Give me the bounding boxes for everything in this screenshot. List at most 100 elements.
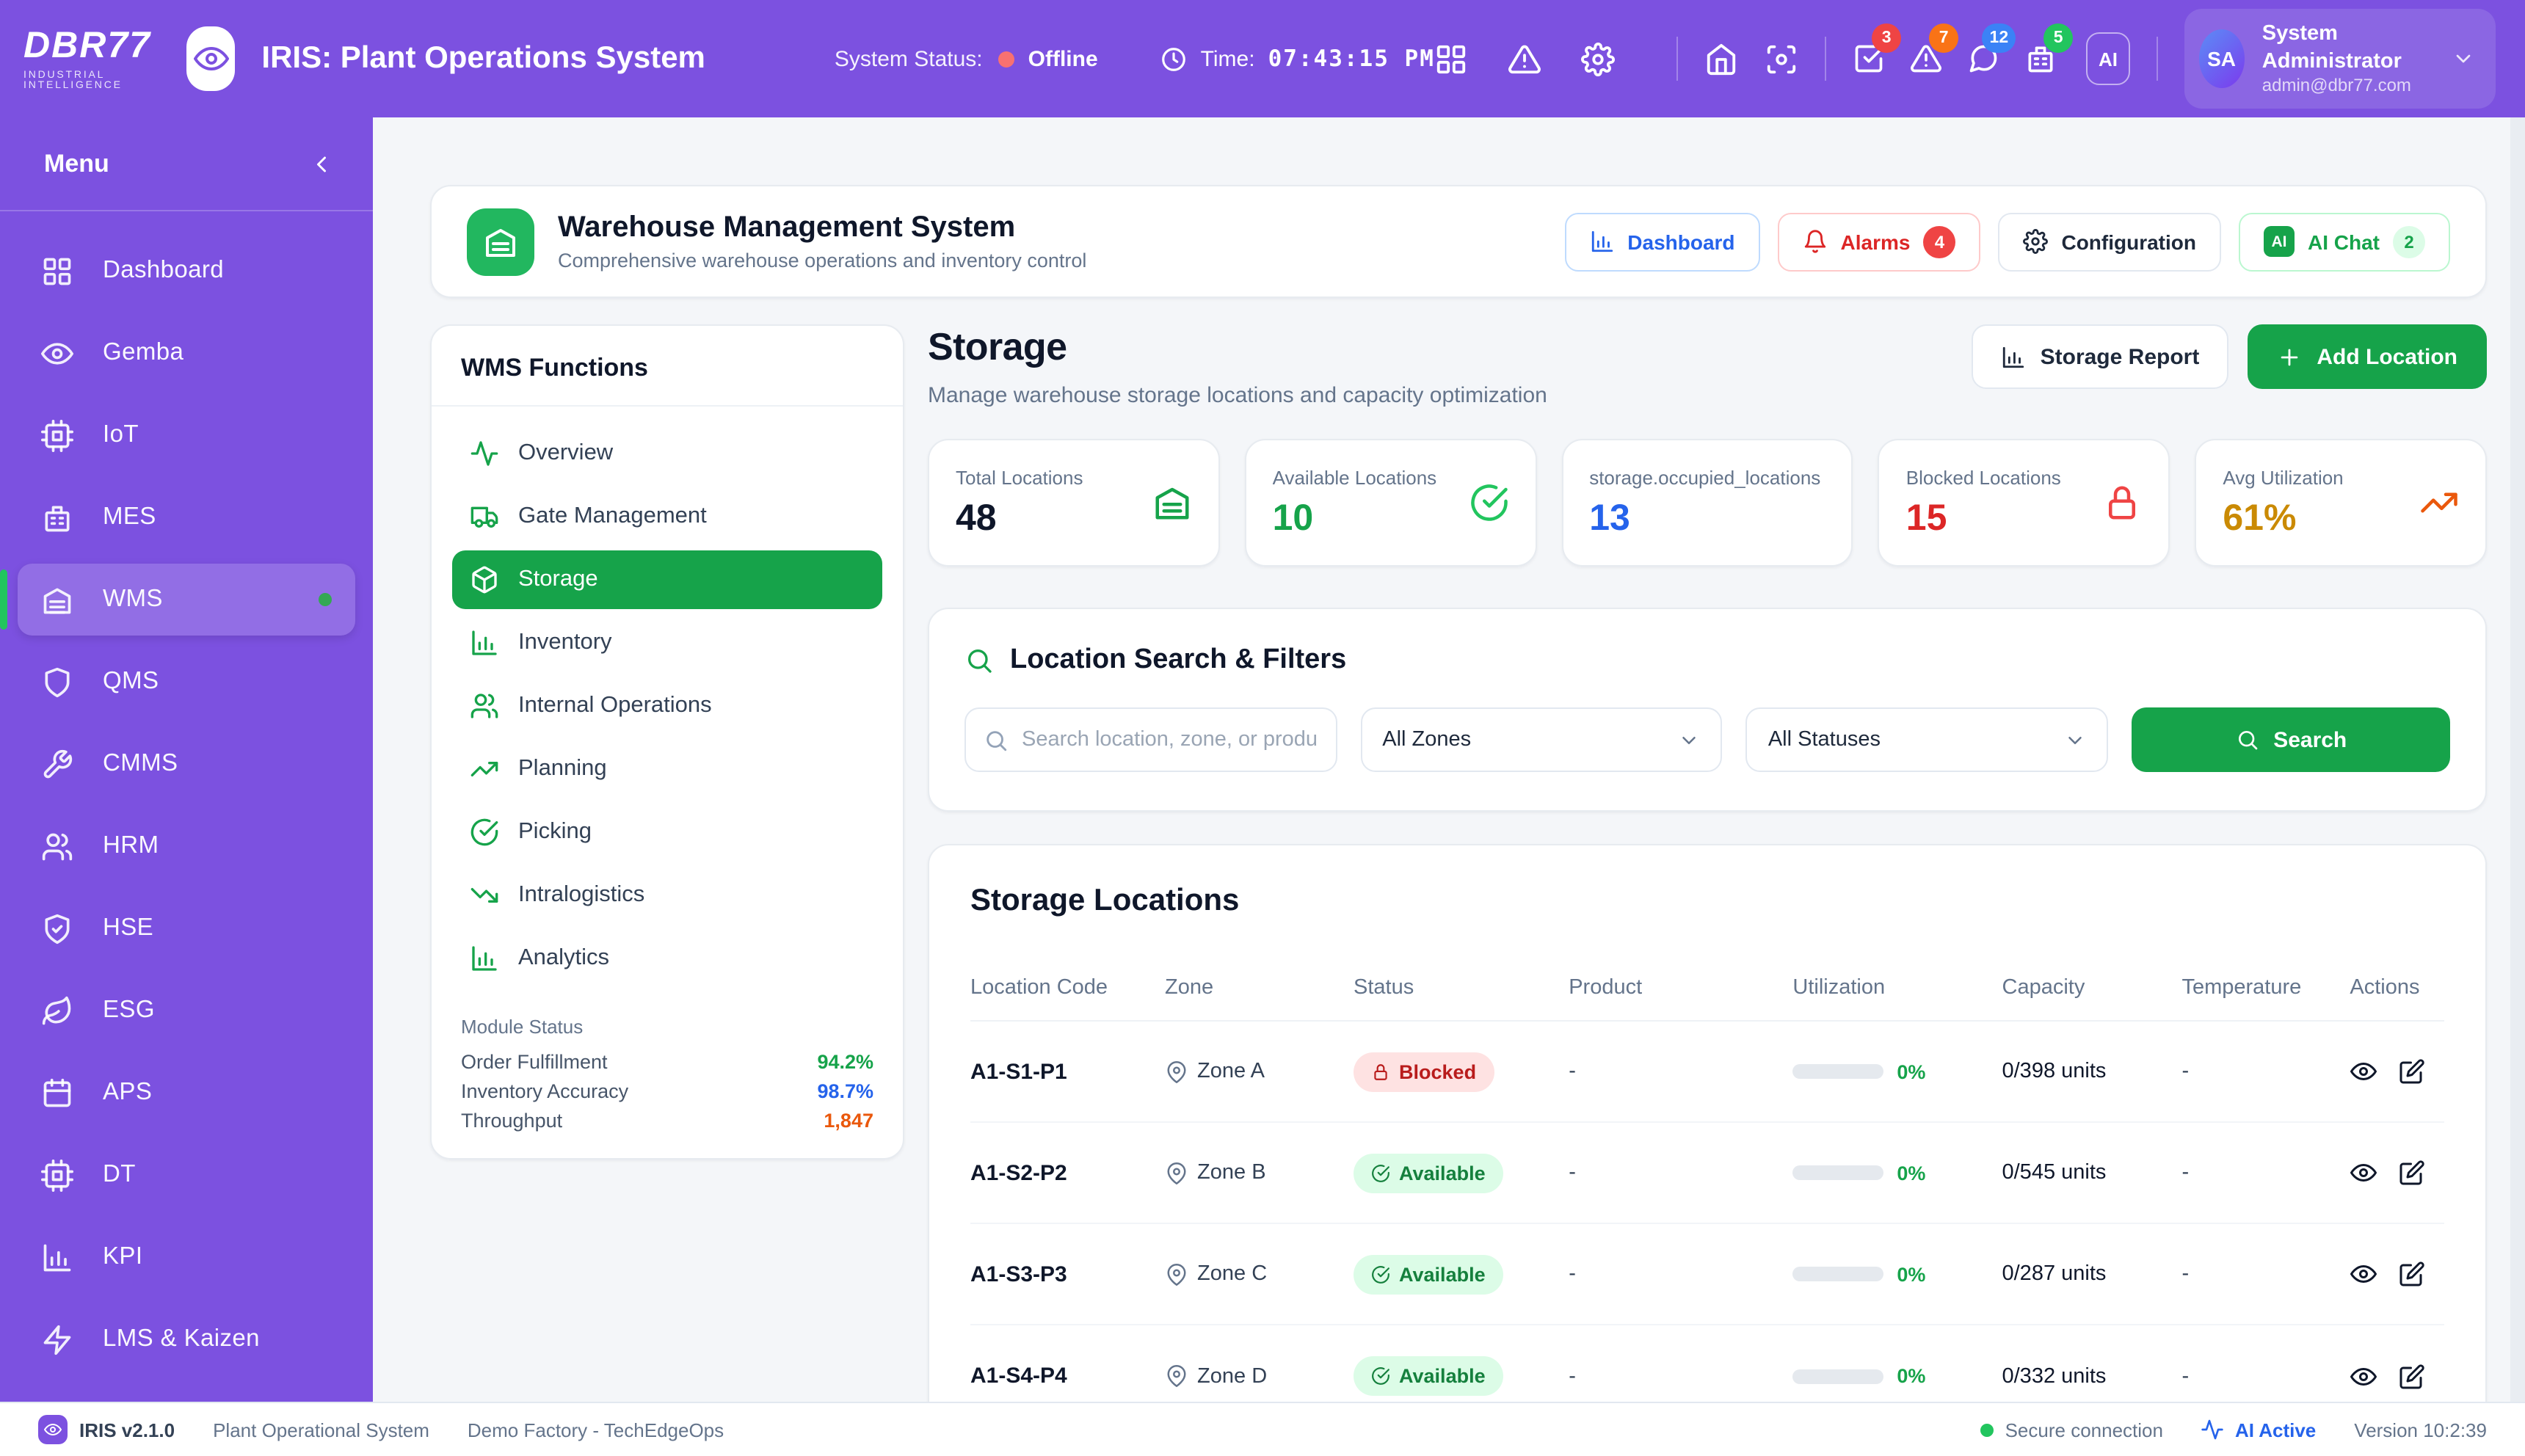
- function-item-internal-operations[interactable]: Internal Operations: [452, 677, 882, 735]
- stat-card-blocked-locations: Blocked Locations 15: [1878, 439, 2170, 567]
- sidebar-item-cmms[interactable]: CMMS: [18, 728, 355, 800]
- sidebar-item-gemba[interactable]: Gemba: [18, 317, 355, 389]
- function-item-gate-management[interactable]: Gate Management: [452, 487, 882, 546]
- search-input[interactable]: [1022, 728, 1318, 751]
- ai-assistant-button[interactable]: AI: [2086, 32, 2130, 85]
- sidebar-item-hrm[interactable]: HRM: [18, 810, 355, 882]
- status-badge: Available: [1354, 1153, 1503, 1193]
- nav-icons: [1705, 42, 1799, 76]
- sidebar-nav: Dashboard Gemba IoT MES: [0, 211, 373, 1375]
- function-item-inventory[interactable]: Inventory: [452, 614, 882, 672]
- sidebar-item-label: MES: [103, 503, 156, 531]
- module-status-label: Throughput: [461, 1110, 562, 1132]
- bar-chart-icon: [41, 1241, 73, 1273]
- check-circle-icon: [1371, 1264, 1390, 1284]
- configuration-button[interactable]: Configuration: [1998, 212, 2221, 271]
- header-quick-alert-triangle[interactable]: [1508, 42, 1542, 76]
- functions-panel-title: WMS Functions: [432, 326, 903, 407]
- location-code-cell: A1-S2-P2: [970, 1160, 1165, 1185]
- storage-stats: Total Locations 48 Available Locations 1…: [928, 439, 2487, 567]
- notification-chat[interactable]: 12: [1967, 36, 1999, 81]
- shield-icon: [41, 666, 73, 698]
- function-item-analytics[interactable]: Analytics: [452, 929, 882, 988]
- header-divider: [2157, 37, 2158, 81]
- sidebar-item-label: CMMS: [103, 750, 178, 778]
- search-card-title: Location Search & Filters: [1010, 644, 1346, 677]
- stat-value: 15: [1906, 497, 2061, 539]
- sidebar-item-esg[interactable]: ESG: [18, 975, 355, 1046]
- function-item-intralogistics[interactable]: Intralogistics: [452, 866, 882, 925]
- view-eye-icon[interactable]: [2350, 1160, 2376, 1186]
- table-row[interactable]: A1-S1-P1 Zone A Blocked: [970, 1022, 2444, 1123]
- dashboard-button[interactable]: Dashboard: [1564, 212, 1759, 271]
- ai-chip: AI: [2264, 226, 2295, 257]
- header-nav-scan[interactable]: [1765, 42, 1799, 76]
- sidebar-item-mes[interactable]: MES: [18, 481, 355, 553]
- sidebar-item-qms[interactable]: QMS: [18, 646, 355, 718]
- header-quick-gear[interactable]: [1582, 42, 1616, 76]
- module-header-card: Warehouse Management System Comprehensiv…: [430, 185, 2487, 298]
- function-item-planning[interactable]: Planning: [452, 740, 882, 798]
- alarms-button[interactable]: Alarms 4: [1778, 212, 1981, 271]
- column-header: Temperature: [2181, 975, 2350, 999]
- edit-icon[interactable]: [2398, 1058, 2424, 1085]
- truck-icon: [470, 502, 499, 531]
- utilization-bar: [1792, 1165, 1883, 1180]
- storage-report-button[interactable]: Storage Report: [1972, 324, 2229, 389]
- users-icon: [470, 691, 499, 721]
- sidebar-item-iot[interactable]: IoT: [18, 399, 355, 471]
- zone-filter-select[interactable]: All Zones: [1360, 707, 1723, 772]
- table-row[interactable]: A1-S2-P2 Zone B Available: [970, 1123, 2444, 1224]
- notification-check-square[interactable]: 3: [1853, 36, 1885, 81]
- sidebar-item-label: DT: [103, 1161, 136, 1189]
- status-badge: Available: [1354, 1254, 1503, 1294]
- row-actions: [2350, 1160, 2444, 1186]
- temperature-cell: -: [2181, 1364, 2350, 1388]
- leaf-icon: [41, 994, 73, 1027]
- sidebar-item-hse[interactable]: HSE: [18, 892, 355, 964]
- function-item-picking[interactable]: Picking: [452, 803, 882, 862]
- add-location-button[interactable]: Add Location: [2248, 324, 2487, 389]
- iris-app-icon: [186, 26, 235, 91]
- temperature-cell: -: [2181, 1262, 2350, 1286]
- sidebar-item-dashboard[interactable]: Dashboard: [18, 235, 355, 307]
- function-item-label: Intralogistics: [518, 882, 644, 909]
- sidebar-collapse-button[interactable]: [308, 150, 335, 177]
- edit-icon[interactable]: [2398, 1363, 2424, 1389]
- status-filter-select[interactable]: All Statuses: [1746, 707, 2109, 772]
- sidebar-item-dt[interactable]: DT: [18, 1139, 355, 1211]
- view-eye-icon[interactable]: [2350, 1261, 2376, 1287]
- edit-icon[interactable]: [2398, 1261, 2424, 1287]
- notification-factory[interactable]: 5: [2024, 36, 2057, 81]
- header-nav-home[interactable]: [1705, 42, 1739, 76]
- lock-icon: [1371, 1062, 1390, 1081]
- notification-alert-triangle[interactable]: 7: [1910, 36, 1942, 81]
- module-status-row: Order Fulfillment 94.2%: [461, 1051, 873, 1073]
- iris-footer-icon: [38, 1415, 68, 1444]
- search-icon: [2235, 728, 2259, 751]
- function-item-label: Gate Management: [518, 503, 707, 530]
- ai-chat-count-badge: 2: [2393, 225, 2425, 258]
- table-row[interactable]: A1-S3-P3 Zone C Available: [970, 1224, 2444, 1325]
- table-row[interactable]: A1-S4-P4 Zone D Available: [970, 1325, 2444, 1402]
- user-menu[interactable]: SA System Administrator admin@dbr77.com: [2184, 10, 2496, 109]
- ai-chat-button[interactable]: AI AI Chat 2: [2239, 212, 2450, 271]
- sidebar-item-label: HSE: [103, 914, 153, 942]
- view-eye-icon[interactable]: [2350, 1363, 2376, 1389]
- stat-label: Available Locations: [1273, 466, 1437, 488]
- sidebar-item-aps[interactable]: APS: [18, 1057, 355, 1129]
- function-item-storage[interactable]: Storage: [452, 550, 882, 609]
- status-badge: Blocked: [1354, 1052, 1494, 1091]
- view-eye-icon[interactable]: [2350, 1058, 2376, 1085]
- header-quick-grid[interactable]: [1435, 42, 1469, 76]
- search-button[interactable]: Search: [2132, 707, 2450, 772]
- sidebar-item-lms-kaizen[interactable]: LMS & Kaizen: [18, 1303, 355, 1375]
- status-bar: IRIS v2.1.0 Plant Operational System Dem…: [0, 1402, 2525, 1456]
- chevron-down-icon: [1679, 729, 1701, 751]
- sidebar-item-kpi[interactable]: KPI: [18, 1221, 355, 1293]
- users-icon: [41, 830, 73, 862]
- sidebar-item-wms[interactable]: WMS: [18, 564, 355, 636]
- utilization-percent: 0%: [1897, 1060, 1925, 1082]
- edit-icon[interactable]: [2398, 1160, 2424, 1186]
- function-item-overview[interactable]: Overview: [452, 424, 882, 483]
